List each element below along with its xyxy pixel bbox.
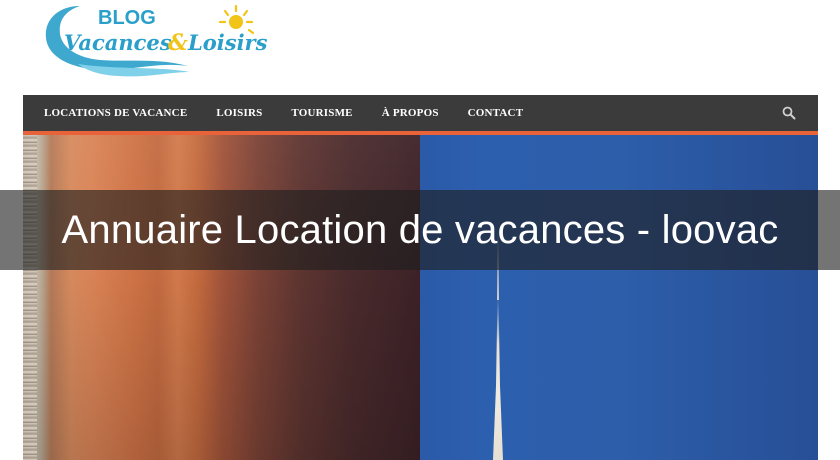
main-nav: LOCATIONS DE VACANCE LOISIRS TOURISME À … <box>23 95 818 135</box>
nav-menu: LOCATIONS DE VACANCE LOISIRS TOURISME À … <box>23 95 538 131</box>
hero-image-left <box>23 135 420 460</box>
logo-line3: Loisirs <box>187 30 268 55</box>
site-logo-graphic: BLOG Vacances & Loisirs <box>45 4 268 77</box>
search-icon[interactable] <box>782 106 796 120</box>
hero-image-right <box>420 135 818 460</box>
hero-image-texture <box>23 135 37 460</box>
site-logo[interactable]: BLOG Vacances & Loisirs <box>38 0 278 86</box>
logo-line1: BLOG <box>98 7 156 29</box>
nav-item-contact[interactable]: CONTACT <box>453 95 538 131</box>
page-title: Annuaire Location de vacances - loovac <box>61 207 779 252</box>
logo-line2: Vacances <box>64 30 172 55</box>
nav-item-a-propos[interactable]: À PROPOS <box>367 95 453 131</box>
nav-item-locations[interactable]: LOCATIONS DE VACANCE <box>23 95 202 131</box>
sun-icon <box>218 4 255 35</box>
logo-ampersand: & <box>168 30 188 56</box>
title-band: Annuaire Location de vacances - loovac <box>0 190 840 270</box>
nav-item-tourisme[interactable]: TOURISME <box>277 95 367 131</box>
hero-image <box>23 135 818 460</box>
nav-item-loisirs[interactable]: LOISIRS <box>202 95 277 131</box>
